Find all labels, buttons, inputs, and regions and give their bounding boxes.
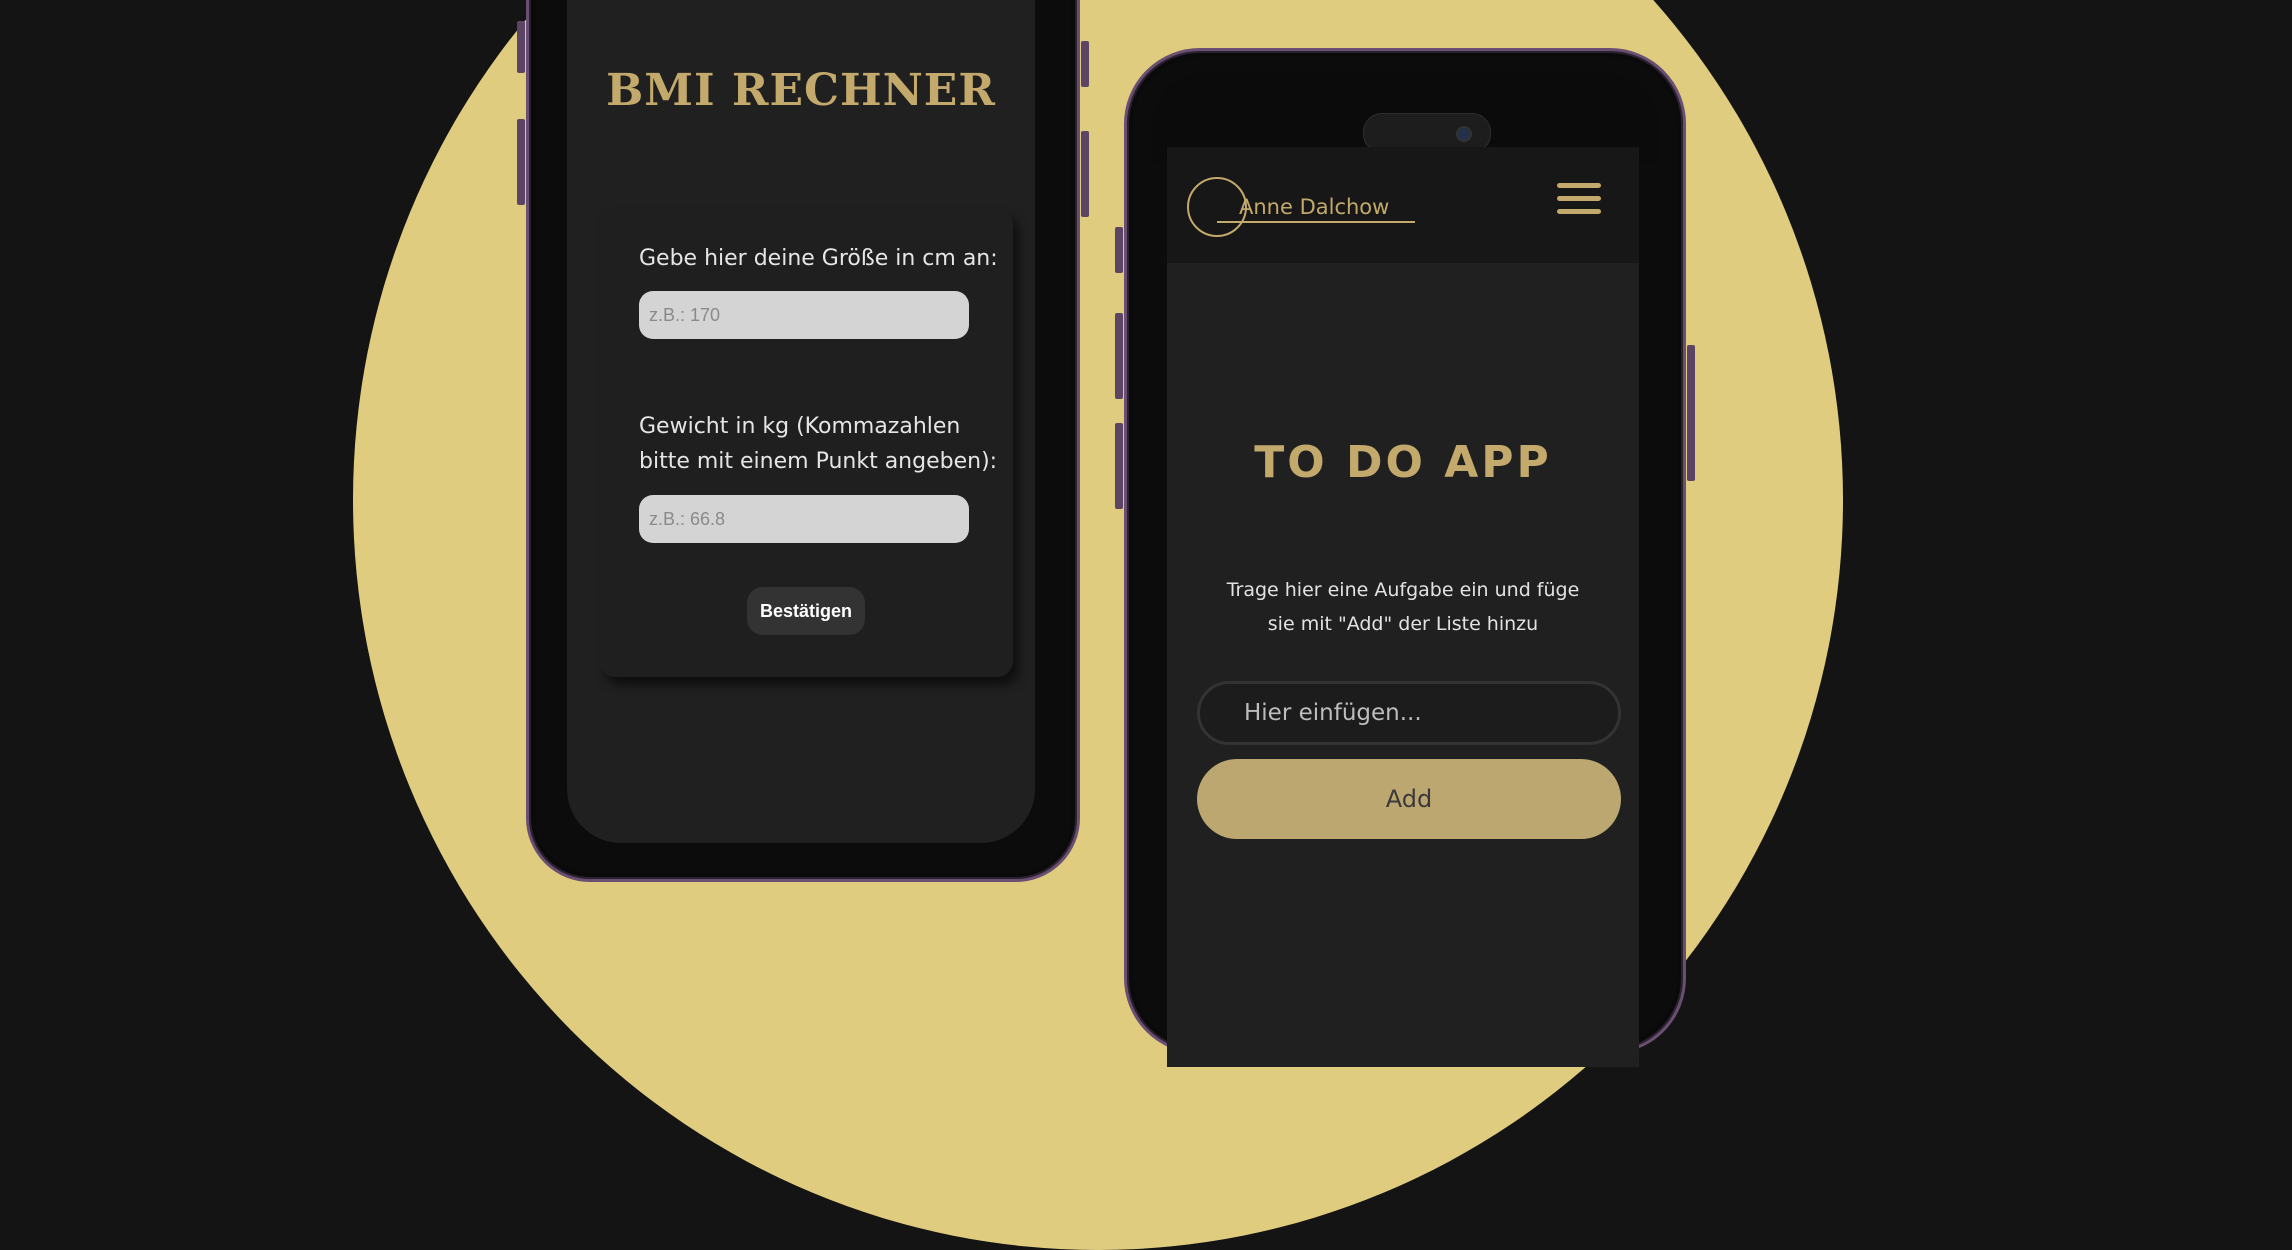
phone-frame-bmi: BMI RECHNER Gebe hier deine Größe in cm … xyxy=(517,0,1089,882)
hamburger-menu-icon[interactable] xyxy=(1557,183,1601,221)
page-title: BMI RECHNER xyxy=(606,65,996,116)
weight-label-line2: bitte mit einem Punkt angeben): xyxy=(639,449,998,474)
weight-input[interactable] xyxy=(639,495,969,543)
phone-frame-todo: Anne Dalchow TO DO APP Trage hier eine A… xyxy=(1115,48,1695,1067)
page-title: TO DO APP xyxy=(1254,437,1552,488)
task-input[interactable] xyxy=(1197,681,1621,745)
logo-underline xyxy=(1217,221,1415,223)
height-label: Gebe hier deine Größe in cm an: xyxy=(639,246,998,271)
confirm-button[interactable]: Bestätigen xyxy=(747,587,865,635)
side-button xyxy=(1115,313,1123,399)
camera-icon xyxy=(1456,126,1472,142)
side-button xyxy=(517,21,525,73)
bmi-screen: BMI RECHNER Gebe hier deine Größe in cm … xyxy=(567,0,1035,843)
side-button xyxy=(1115,227,1123,273)
side-button xyxy=(1081,41,1089,87)
brand-logo[interactable]: Anne Dalchow xyxy=(1239,195,1389,219)
logo-circle-icon xyxy=(1187,177,1247,237)
weight-label: Gewicht in kg (Kommazahlen bitte mit ein… xyxy=(639,409,997,479)
description-line1: Trage hier eine Aufgabe ein und füge xyxy=(1226,579,1580,601)
description: Trage hier eine Aufgabe ein und füge sie… xyxy=(1207,573,1599,641)
navbar: Anne Dalchow xyxy=(1167,147,1639,263)
description-line2: sie mit "Add" der Liste hinzu xyxy=(1267,613,1539,635)
side-button xyxy=(1687,345,1695,481)
todo-screen: Anne Dalchow TO DO APP Trage hier eine A… xyxy=(1167,147,1639,1067)
add-button[interactable]: Add xyxy=(1197,759,1621,839)
weight-label-line1: Gewicht in kg (Kommazahlen xyxy=(639,414,961,439)
side-button xyxy=(1115,423,1123,509)
side-button xyxy=(517,119,525,205)
side-button xyxy=(1081,131,1089,217)
height-input[interactable] xyxy=(639,291,969,339)
